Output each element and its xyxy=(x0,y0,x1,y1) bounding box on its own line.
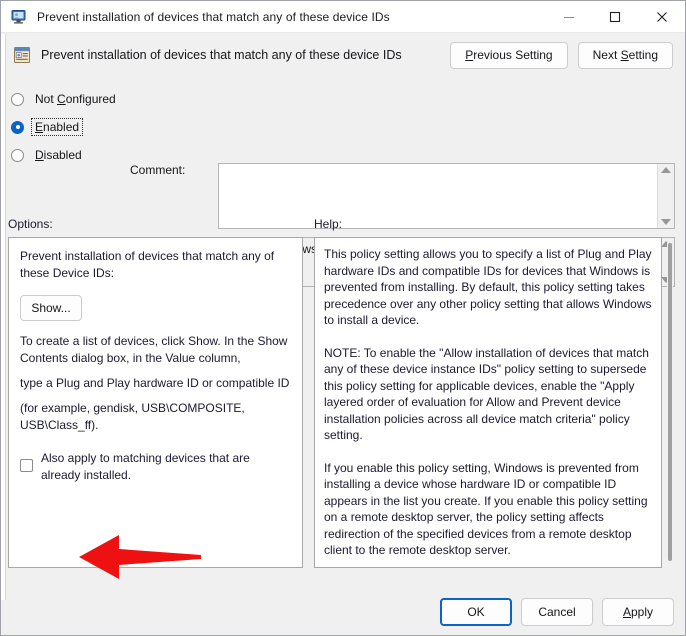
radio-disabled-label: Disabled xyxy=(32,147,85,163)
monitor-policy-icon xyxy=(10,9,28,25)
policy-state-radio-group: Not Configured Enabled Disabled xyxy=(11,85,141,169)
panel-labels: Options: Help: xyxy=(1,215,685,237)
help-panel: This policy setting allows you to specif… xyxy=(314,237,662,568)
cancel-button[interactable]: Cancel xyxy=(521,598,593,626)
dialog-footer: OK Cancel Apply xyxy=(1,589,685,635)
close-icon[interactable] xyxy=(638,1,685,33)
radio-disabled-indicator xyxy=(11,149,24,162)
state-and-metadata-region: Not Configured Enabled Disabled Comment:… xyxy=(1,77,685,215)
also-apply-checkbox-row[interactable]: Also apply to matching devices that are … xyxy=(20,450,291,484)
scroll-up-icon[interactable] xyxy=(661,167,671,173)
radio-not-configured-indicator xyxy=(11,93,24,106)
maximize-icon[interactable] xyxy=(592,1,638,33)
setting-title: Prevent installation of devices that mat… xyxy=(41,48,402,62)
ok-button[interactable]: OK xyxy=(440,598,512,626)
options-panel: Prevent installation of devices that mat… xyxy=(8,237,303,568)
window-title: Prevent installation of devices that mat… xyxy=(37,10,390,24)
radio-enabled[interactable]: Enabled xyxy=(11,113,141,141)
radio-not-configured-label: Not Configured xyxy=(32,91,119,107)
radio-disabled[interactable]: Disabled xyxy=(11,141,141,169)
options-label: Options: xyxy=(8,217,53,231)
footer-buttons: OK Cancel Apply xyxy=(440,598,674,626)
show-button[interactable]: Show... xyxy=(20,295,82,321)
options-instruction-3: (for example, gendisk, USB\COMPOSITE, US… xyxy=(20,400,291,434)
radio-enabled-indicator xyxy=(11,121,24,134)
next-setting-label-rest: etting xyxy=(629,48,658,62)
window-controls xyxy=(546,1,685,33)
policy-setting-dialog: Prevent installation of devices that mat… xyxy=(0,0,686,636)
help-paragraph: If you enable this policy setting, Windo… xyxy=(324,460,652,559)
next-setting-accel: S xyxy=(621,48,629,62)
setting-navigation: Previous Setting Next Setting xyxy=(450,42,673,69)
previous-setting-label-rest: revious Setting xyxy=(473,48,552,62)
minimize-icon[interactable] xyxy=(546,1,592,33)
policy-setting-icon xyxy=(13,46,31,64)
previous-setting-button[interactable]: Previous Setting xyxy=(450,42,567,69)
radio-enabled-label: Enabled xyxy=(32,119,82,135)
apply-label-rest: pply xyxy=(631,605,653,619)
comment-label: Comment: xyxy=(130,163,185,177)
window-left-edge xyxy=(1,34,6,600)
options-instruction-1: To create a list of devices, click Show.… xyxy=(20,333,291,367)
options-instruction-2: type a Plug and Play hardware ID or comp… xyxy=(20,375,291,392)
also-apply-checkbox-label: Also apply to matching devices that are … xyxy=(41,450,291,484)
help-paragraph: This policy setting allows you to specif… xyxy=(324,246,652,329)
apply-button[interactable]: Apply xyxy=(602,598,674,626)
options-heading: Prevent installation of devices that mat… xyxy=(20,248,291,282)
apply-accel: A xyxy=(623,605,631,619)
help-scrollbar-thumb[interactable] xyxy=(668,243,672,561)
also-apply-checkbox[interactable] xyxy=(20,459,33,472)
title-bar: Prevent installation of devices that mat… xyxy=(1,1,685,33)
radio-not-configured[interactable]: Not Configured xyxy=(11,85,141,113)
help-scrollbar[interactable] xyxy=(667,243,673,561)
help-paragraph: NOTE: To enable the "Allow installation … xyxy=(324,345,652,444)
panels-region: Prevent installation of devices that mat… xyxy=(1,237,685,589)
help-label: Help: xyxy=(314,217,342,231)
next-setting-label-pre: Next xyxy=(593,48,621,62)
next-setting-button[interactable]: Next Setting xyxy=(578,42,673,69)
setting-header: Prevent installation of devices that mat… xyxy=(1,33,685,77)
